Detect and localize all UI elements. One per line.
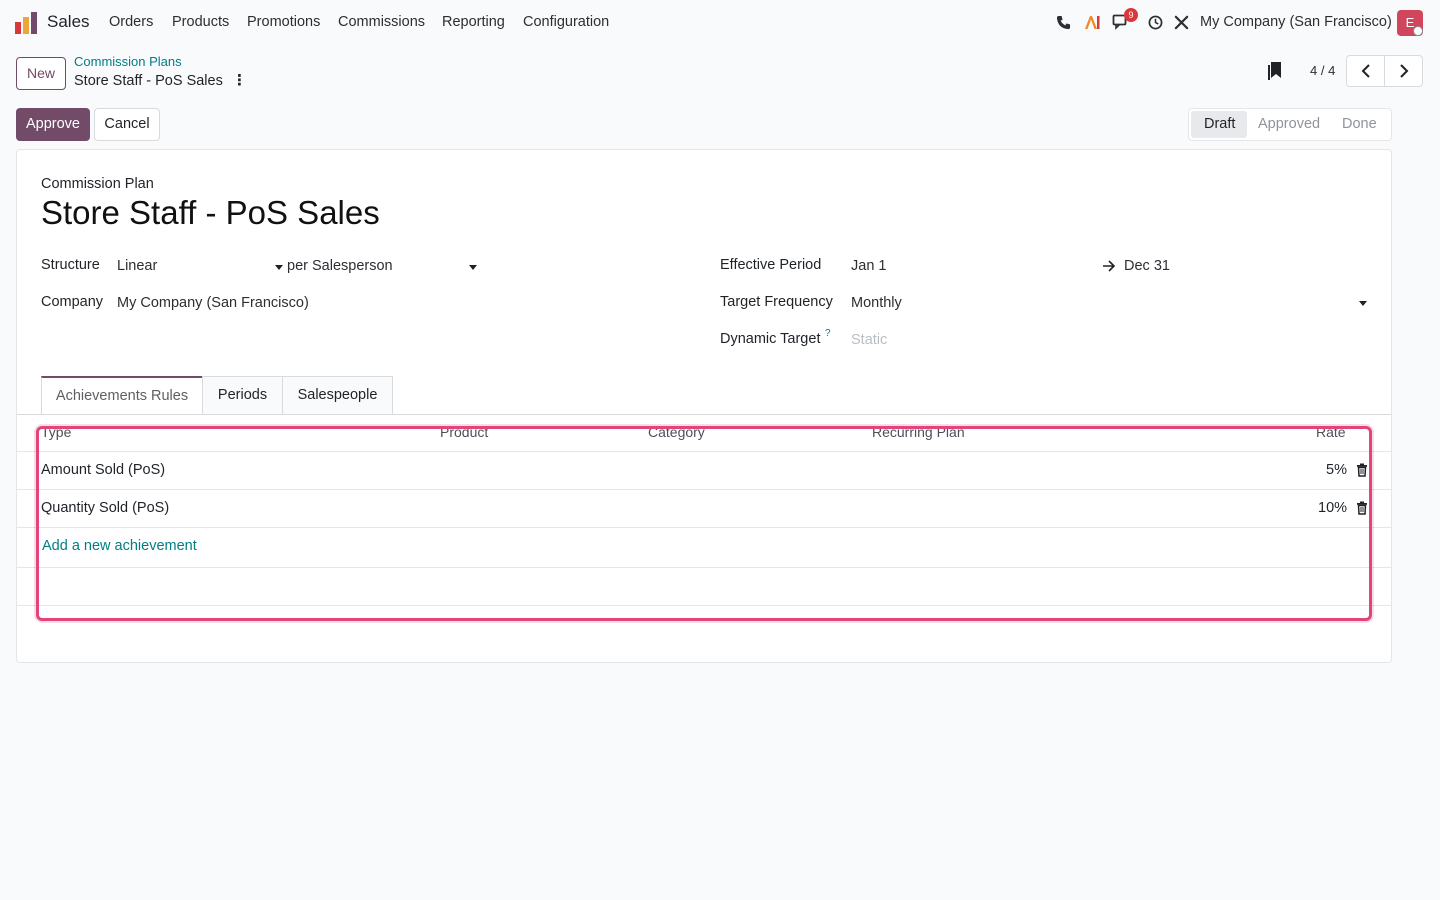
breadcrumb-current: Store Staff - PoS Sales bbox=[74, 73, 223, 89]
pager-previous-button[interactable] bbox=[1346, 55, 1385, 87]
menu-reporting[interactable]: Reporting bbox=[442, 14, 505, 30]
cancel-button[interactable]: Cancel bbox=[94, 108, 160, 141]
status-done[interactable]: Done bbox=[1342, 116, 1377, 132]
bookmark-icon[interactable] bbox=[1266, 61, 1284, 81]
tab-salespeople[interactable]: Salespeople bbox=[282, 376, 393, 414]
effective-period-label: Effective Period bbox=[720, 257, 822, 273]
tab-divider bbox=[17, 414, 1391, 415]
help-tooltip-icon[interactable]: ? bbox=[825, 328, 831, 339]
pager-next-button[interactable] bbox=[1384, 55, 1423, 87]
effective-end-field[interactable]: Dec 31 bbox=[1124, 258, 1170, 274]
plan-title[interactable]: Store Staff - PoS Sales bbox=[41, 194, 380, 232]
sales-app-icon[interactable] bbox=[15, 12, 37, 34]
clock-icon[interactable] bbox=[1145, 12, 1165, 32]
menu-configuration[interactable]: Configuration bbox=[523, 14, 609, 30]
structure-dropdown-icon[interactable] bbox=[275, 265, 283, 270]
structure-field[interactable]: Linear bbox=[117, 258, 157, 274]
per-salesperson-field[interactable]: per Salesperson bbox=[287, 258, 393, 274]
top-navbar: Sales Orders Products Promotions Commiss… bbox=[0, 0, 1440, 46]
notification-badge: 9 bbox=[1124, 8, 1138, 22]
new-button[interactable]: New bbox=[16, 57, 66, 90]
status-approved[interactable]: Approved bbox=[1258, 116, 1320, 132]
status-draft[interactable]: Draft bbox=[1204, 116, 1235, 132]
company-switcher[interactable]: My Company (San Francisco) bbox=[1200, 14, 1392, 30]
tools-icon[interactable] bbox=[1171, 12, 1191, 32]
phone-icon[interactable] bbox=[1053, 12, 1073, 32]
ai-icon[interactable] bbox=[1082, 12, 1102, 32]
app-name[interactable]: Sales bbox=[47, 12, 90, 32]
company-field[interactable]: My Company (San Francisco) bbox=[117, 295, 309, 311]
pager-value[interactable]: 4 / 4 bbox=[1310, 63, 1335, 78]
breadcrumb-parent[interactable]: Commission Plans bbox=[74, 54, 182, 69]
status-bar: Draft Approved Done bbox=[1188, 108, 1392, 141]
tab-periods[interactable]: Periods bbox=[202, 376, 283, 414]
menu-orders[interactable]: Orders bbox=[109, 14, 153, 30]
actions-menu-icon[interactable]: ⋮ bbox=[232, 72, 247, 90]
tab-achievements-rules[interactable]: Achievements Rules bbox=[41, 376, 203, 414]
dynamic-target-label: Dynamic Target bbox=[720, 331, 821, 347]
menu-commissions[interactable]: Commissions bbox=[338, 14, 425, 30]
target-frequency-field[interactable]: Monthly bbox=[851, 295, 902, 311]
presence-status-icon bbox=[1413, 26, 1423, 36]
company-label: Company bbox=[41, 294, 104, 310]
arrow-right-icon bbox=[1103, 260, 1116, 272]
target-frequency-dropdown-icon[interactable] bbox=[1359, 301, 1367, 306]
menu-products[interactable]: Products bbox=[172, 14, 229, 30]
chevron-left-icon bbox=[1361, 64, 1370, 78]
structure-label: Structure bbox=[41, 257, 100, 273]
target-frequency-label: Target Frequency bbox=[720, 294, 833, 310]
chevron-right-icon bbox=[1399, 64, 1408, 78]
record-type-label: Commission Plan bbox=[41, 176, 154, 192]
highlight-box bbox=[36, 426, 1372, 621]
effective-start-field[interactable]: Jan 1 bbox=[851, 258, 886, 274]
menu-promotions[interactable]: Promotions bbox=[247, 14, 320, 30]
per-dropdown-icon[interactable] bbox=[469, 265, 477, 270]
approve-button[interactable]: Approve bbox=[16, 108, 90, 141]
dynamic-target-field[interactable]: Static bbox=[851, 332, 887, 348]
